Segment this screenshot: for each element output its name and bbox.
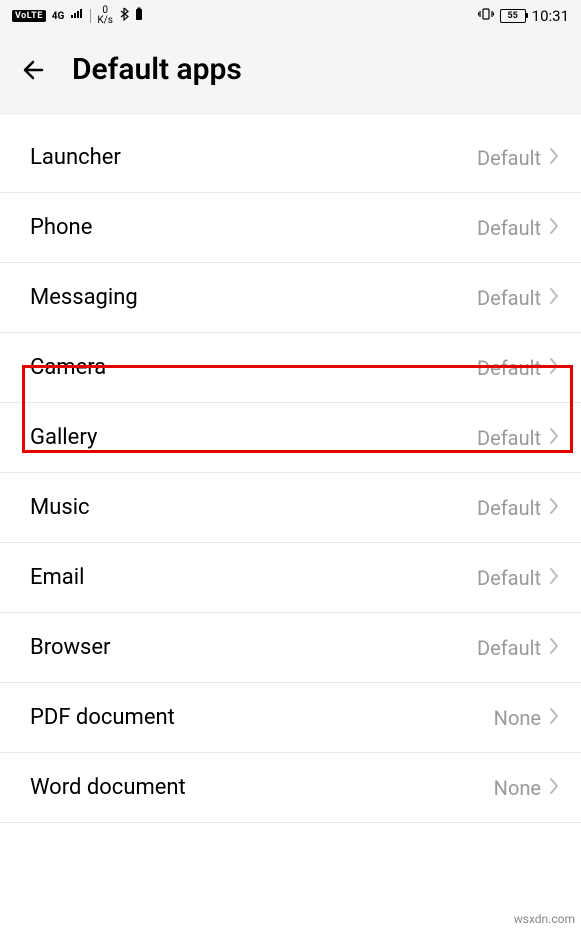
status-bar: VoLTE 4G 0 K/s 55 10:31 bbox=[0, 0, 581, 32]
settings-row-gallery[interactable]: Gallery Default bbox=[0, 403, 581, 473]
chevron-right-icon bbox=[549, 427, 559, 449]
settings-row-browser[interactable]: Browser Default bbox=[0, 613, 581, 683]
chevron-right-icon bbox=[549, 217, 559, 239]
row-value: Default bbox=[477, 426, 541, 450]
row-label: Word document bbox=[30, 775, 186, 800]
row-value: Default bbox=[477, 636, 541, 660]
row-value: Default bbox=[477, 146, 541, 170]
settings-row-word-document[interactable]: Word document None bbox=[0, 753, 581, 823]
chevron-right-icon bbox=[549, 357, 559, 379]
settings-row-music[interactable]: Music Default bbox=[0, 473, 581, 543]
chevron-right-icon bbox=[549, 497, 559, 519]
chevron-right-icon bbox=[549, 707, 559, 729]
row-value-wrap: Default bbox=[477, 426, 559, 450]
settings-row-email[interactable]: Email Default bbox=[0, 543, 581, 613]
status-bar-left: VoLTE 4G 0 K/s bbox=[12, 6, 143, 26]
header: Default apps bbox=[0, 32, 581, 115]
row-label: Email bbox=[30, 565, 84, 590]
row-value-wrap: Default bbox=[477, 356, 559, 380]
row-value-wrap: Default bbox=[477, 146, 559, 170]
row-value-wrap: None bbox=[494, 776, 559, 800]
battery-icon: 55 bbox=[500, 9, 526, 23]
row-label: PDF document bbox=[30, 705, 175, 730]
settings-row-launcher[interactable]: Launcher Default bbox=[0, 123, 581, 193]
settings-row-messaging[interactable]: Messaging Default bbox=[0, 263, 581, 333]
status-bar-right: 55 10:31 bbox=[478, 7, 569, 25]
row-value-wrap: Default bbox=[477, 566, 559, 590]
row-value: Default bbox=[477, 496, 541, 520]
back-button[interactable] bbox=[20, 56, 48, 84]
row-value-wrap: Default bbox=[477, 636, 559, 660]
row-label: Camera bbox=[30, 355, 106, 380]
settings-row-pdf-document[interactable]: PDF document None bbox=[0, 683, 581, 753]
chevron-right-icon bbox=[549, 287, 559, 309]
settings-list: Launcher Default Phone Default Messaging Defa… bbox=[0, 123, 581, 823]
row-value-wrap: Default bbox=[477, 216, 559, 240]
row-label: Phone bbox=[30, 215, 92, 240]
row-label: Gallery bbox=[30, 425, 97, 450]
page-title: Default apps bbox=[72, 52, 242, 87]
row-value: Default bbox=[477, 566, 541, 590]
battery-icon-small bbox=[135, 7, 143, 25]
settings-row-phone[interactable]: Phone Default bbox=[0, 193, 581, 263]
chevron-right-icon bbox=[549, 777, 559, 799]
row-label: Music bbox=[30, 495, 90, 520]
row-value-wrap: Default bbox=[477, 286, 559, 310]
bluetooth-icon bbox=[119, 7, 129, 25]
volte-badge: VoLTE bbox=[12, 10, 46, 22]
row-value-wrap: Default bbox=[477, 496, 559, 520]
row-value: None bbox=[494, 776, 541, 800]
clock: 10:31 bbox=[532, 7, 569, 25]
row-value: Default bbox=[477, 356, 541, 380]
settings-row-camera[interactable]: Camera Default bbox=[0, 333, 581, 403]
row-label: Browser bbox=[30, 635, 111, 660]
vibrate-icon bbox=[478, 7, 494, 25]
row-value: None bbox=[494, 706, 541, 730]
row-label: Launcher bbox=[30, 145, 121, 170]
signal-icon bbox=[70, 8, 84, 24]
row-value-wrap: None bbox=[494, 706, 559, 730]
row-value: Default bbox=[477, 286, 541, 310]
chevron-right-icon bbox=[549, 637, 559, 659]
row-label: Messaging bbox=[30, 285, 138, 310]
row-value: Default bbox=[477, 216, 541, 240]
arrow-left-icon bbox=[20, 56, 48, 84]
network-type: 4G bbox=[52, 11, 65, 22]
chevron-right-icon bbox=[549, 147, 559, 169]
data-speed: 0 K/s bbox=[97, 6, 113, 26]
watermark: wsxdn.com bbox=[514, 912, 575, 926]
chevron-right-icon bbox=[549, 567, 559, 589]
